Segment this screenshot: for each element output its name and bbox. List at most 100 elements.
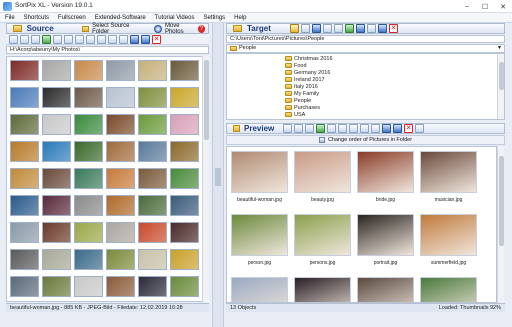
grid-icon[interactable] — [31, 34, 40, 44]
source-thumbnail[interactable] — [170, 87, 199, 108]
source-thumbnail[interactable] — [170, 276, 199, 297]
grid-icon[interactable] — [305, 124, 314, 133]
source-thumbnail[interactable] — [42, 222, 71, 243]
source-thumbnail[interactable] — [10, 168, 39, 189]
source-thumbnail[interactable] — [106, 87, 135, 108]
move-photos-button[interactable]: Move Photos — [154, 23, 197, 35]
copy-icon[interactable] — [75, 34, 84, 44]
source-thumbnail[interactable] — [74, 168, 103, 189]
delete-icon[interactable]: ✕ — [389, 24, 398, 33]
menu-fullscreen[interactable]: Fullscreen — [58, 15, 86, 21]
source-thumbnail[interactable] — [42, 195, 71, 216]
splitter-handle[interactable] — [215, 168, 221, 186]
menu-help[interactable]: Help — [234, 15, 246, 21]
new-folder-icon[interactable] — [290, 24, 299, 33]
rotate-right-icon[interactable] — [371, 124, 380, 133]
preview-item[interactable]: beauty.jpg — [292, 148, 353, 208]
source-thumbnail[interactable] — [138, 168, 167, 189]
sync-icon[interactable] — [345, 24, 354, 33]
source-thumbnail[interactable] — [138, 60, 167, 81]
source-thumbnail[interactable] — [170, 195, 199, 216]
tree-item[interactable]: My Family — [285, 90, 319, 97]
source-thumbnail[interactable] — [42, 168, 71, 189]
source-thumbnail[interactable] — [42, 87, 71, 108]
source-thumbnail[interactable] — [74, 249, 103, 270]
tree-item[interactable]: Christmas 2016 — [285, 55, 333, 62]
rotate-left-icon[interactable] — [108, 34, 117, 44]
sort-icon[interactable] — [42, 34, 51, 44]
source-thumbnail[interactable] — [138, 276, 167, 297]
source-thumbnail[interactable] — [138, 141, 167, 162]
source-thumbnail[interactable] — [74, 60, 103, 81]
tree-item[interactable]: People — [285, 97, 311, 104]
source-thumbnail[interactable] — [10, 60, 39, 81]
rotate-right-icon[interactable] — [119, 34, 128, 44]
list-icon[interactable] — [64, 34, 73, 44]
source-thumbnail[interactable] — [138, 195, 167, 216]
source-thumbnail[interactable] — [106, 195, 135, 216]
properties-icon[interactable] — [323, 24, 332, 33]
source-thumbnail[interactable] — [10, 195, 39, 216]
menu-tutorial-videos[interactable]: Tutorial Videos — [155, 15, 195, 21]
preview-item[interactable]: persons.jpg — [292, 211, 353, 271]
source-thumbnail[interactable] — [42, 276, 71, 297]
source-thumbnail[interactable] — [138, 222, 167, 243]
tree-item[interactable]: Purchases — [285, 104, 320, 111]
source-thumbnail[interactable] — [10, 87, 39, 108]
preview-item[interactable] — [355, 274, 416, 302]
preview-item[interactable] — [418, 274, 479, 302]
preview-item[interactable]: beautiful-woman.jpg — [229, 148, 290, 208]
source-thumbnail[interactable] — [42, 60, 71, 81]
source-thumbnail[interactable] — [106, 168, 135, 189]
preview-item[interactable]: musician.jpg — [418, 148, 479, 208]
help-icon[interactable]: ? — [197, 24, 205, 33]
source-thumbnail[interactable] — [170, 168, 199, 189]
info-icon[interactable] — [141, 34, 150, 44]
source-thumbnail[interactable] — [74, 114, 103, 135]
source-thumbnail[interactable] — [106, 114, 135, 135]
source-thumbnail[interactable] — [138, 114, 167, 135]
copy-icon[interactable] — [338, 124, 347, 133]
panel-splitter[interactable] — [212, 23, 224, 327]
source-thumbnail[interactable] — [74, 222, 103, 243]
source-thumbnail[interactable] — [170, 114, 199, 135]
source-thumbnail[interactable] — [10, 114, 39, 135]
list-icon[interactable] — [327, 124, 336, 133]
refresh-icon[interactable] — [356, 24, 365, 33]
preview-scrollbar[interactable] — [497, 146, 504, 303]
menu-extended-software[interactable]: Extended-Software — [95, 15, 146, 21]
source-thumbnail[interactable] — [74, 195, 103, 216]
preview-item[interactable]: summerfield.jpg — [418, 211, 479, 271]
menu-file[interactable]: File — [5, 15, 15, 21]
source-thumbnail[interactable] — [10, 276, 39, 297]
select-all-icon[interactable] — [283, 124, 292, 133]
source-scrollbar[interactable] — [202, 56, 209, 302]
search-icon[interactable] — [349, 124, 358, 133]
paste-icon[interactable] — [86, 34, 95, 44]
source-thumbnail[interactable] — [42, 114, 71, 135]
tree-item[interactable]: Ireland 2017 — [285, 76, 325, 83]
menu-settings[interactable]: Settings — [203, 15, 225, 21]
source-thumbnail[interactable] — [74, 141, 103, 162]
preview-item[interactable]: portrait.jpg — [355, 211, 416, 271]
source-thumbnail[interactable] — [170, 60, 199, 81]
source-thumbnail[interactable] — [10, 249, 39, 270]
scrollbar-thumb[interactable] — [204, 60, 209, 140]
sort-icon[interactable] — [316, 124, 325, 133]
source-thumbnail[interactable] — [74, 276, 103, 297]
source-thumbnail[interactable] — [138, 87, 167, 108]
forward-icon[interactable] — [312, 24, 321, 33]
source-thumbnail[interactable] — [170, 222, 199, 243]
source-thumbnail[interactable] — [10, 222, 39, 243]
explorer-icon[interactable] — [334, 24, 343, 33]
delete-icon[interactable]: ✕ — [404, 124, 413, 133]
refresh-icon[interactable] — [130, 34, 139, 44]
tree-icon[interactable] — [367, 24, 376, 33]
source-thumbnail[interactable] — [138, 249, 167, 270]
close-button[interactable]: ✕ — [494, 0, 512, 13]
source-thumbnail[interactable] — [106, 276, 135, 297]
view-icon[interactable] — [53, 34, 62, 44]
select-all-icon[interactable] — [9, 34, 18, 44]
view-icon[interactable] — [294, 124, 303, 133]
source-thumbnail[interactable] — [170, 249, 199, 270]
